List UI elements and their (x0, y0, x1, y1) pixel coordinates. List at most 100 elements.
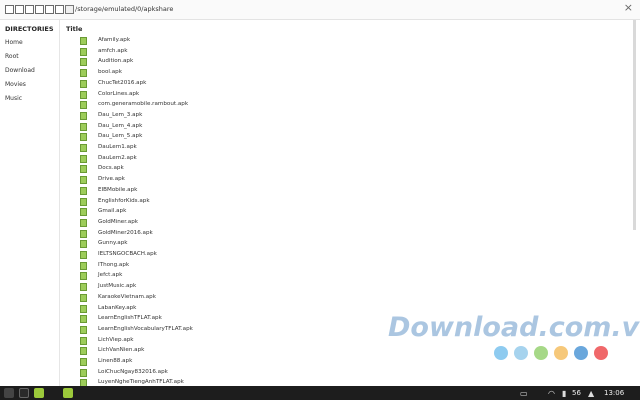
file-manager-app-icon[interactable] (63, 388, 73, 398)
file-name: LearnEnglishVocabularyTFLAT.apk (98, 325, 193, 332)
apk-file-icon (80, 208, 87, 217)
apk-file-icon (80, 358, 87, 366)
apk-file-icon (80, 47, 87, 56)
file-name: LearnEnglishTFLAT.apk (98, 315, 162, 322)
file-name: ChucTet2016.apk (98, 79, 147, 86)
sidebar-item-music[interactable]: Music (5, 95, 22, 102)
file-name: LabanKey.apk (98, 304, 137, 311)
apk-file-icon (80, 101, 87, 110)
battery-icon: ▮ (562, 389, 567, 398)
apk-file-icon (80, 69, 87, 78)
sidebar-item-root[interactable]: Root (5, 53, 19, 60)
apk-file-icon (80, 368, 87, 377)
folder-icon (65, 5, 74, 14)
apk-file-icon (80, 165, 87, 174)
taskbar: ▭ ◠ ▮ 56 ▲ 13:06 (0, 386, 640, 400)
new-file-icon[interactable] (45, 5, 54, 14)
column-header-title[interactable]: Title (66, 25, 82, 33)
file-name: IThong.apk (98, 261, 130, 268)
watermark-logo: Download.com.vn (388, 312, 640, 343)
file-name: GoldMiner2016.apk (98, 229, 153, 236)
file-name: EnglishforKids.apk (98, 197, 150, 204)
apk-file-icon (80, 251, 87, 259)
apk-file-icon (80, 176, 87, 185)
apk-file-icon (80, 283, 87, 292)
apk-file-icon (80, 197, 87, 206)
watermark-dot (594, 346, 608, 360)
toolbar: /storage/emulated/0/apkshare × (0, 0, 640, 20)
file-name: Dau_Lem_3.apk (98, 111, 143, 118)
file-name: Drive.apk (98, 176, 125, 183)
app-icon[interactable] (34, 388, 44, 398)
menu-icon[interactable] (4, 388, 14, 398)
apk-file-icon (80, 218, 87, 227)
file-name: DauLem1.apk (98, 144, 137, 150)
file-name: LichVanNien.apk (98, 347, 145, 354)
apk-file-icon (80, 304, 87, 313)
apk-file-icon (80, 58, 87, 67)
apk-file-icon (80, 90, 87, 99)
apk-file-icon (80, 240, 87, 249)
copy-icon[interactable] (5, 5, 14, 14)
search-icon[interactable] (19, 388, 29, 398)
sidebar-heading: DIRECTORIES (5, 25, 54, 33)
edit-icon[interactable] (35, 5, 44, 14)
apk-file-icon (80, 144, 87, 152)
file-name: EIBMobile.apk (98, 186, 138, 193)
watermark-dot (494, 346, 508, 360)
file-name: LuyenNgheTiengAnhTFLAT.apk (98, 379, 184, 386)
apk-file-icon (80, 122, 87, 131)
delete-icon[interactable] (25, 5, 34, 14)
battery-level: 56 (572, 389, 581, 397)
apk-file-icon (80, 293, 87, 302)
apk-file-icon (80, 111, 87, 120)
file-name: KaraokeVietnam.apk (98, 293, 156, 300)
apk-file-icon (80, 261, 87, 270)
file-name: Audition.apk (98, 58, 134, 65)
apk-file-icon (80, 79, 87, 88)
file-name: Gunny.apk (98, 240, 128, 247)
file-name: Afamily.apk (98, 37, 131, 43)
wifi-icon: ◠ (548, 389, 555, 398)
apk-file-icon (80, 325, 87, 334)
cut-icon[interactable] (15, 5, 24, 14)
apk-file-icon (80, 154, 87, 163)
file-name: ColorLines.apk (98, 90, 140, 97)
file-name: Linen88.apk (98, 358, 133, 364)
keyboard-icon[interactable]: ▭ (520, 389, 528, 398)
file-name: Gmail.apk (98, 208, 127, 215)
notification-icon[interactable]: ▲ (588, 389, 594, 398)
watermark-dot (534, 346, 548, 360)
sidebar-item-movies[interactable]: Movies (5, 81, 26, 88)
file-name: Dau_Lem_5.apk (98, 133, 143, 140)
apk-file-icon (80, 315, 87, 324)
sidebar: DIRECTORIES Home Root Download Movies Mu… (0, 20, 60, 386)
sidebar-item-home[interactable]: Home (5, 39, 23, 46)
file-name: LichViep.apk (98, 336, 134, 343)
watermark-dot (554, 346, 568, 360)
file-name: DauLem2.apk (98, 154, 137, 161)
file-name: bool.apk (98, 69, 122, 76)
watermark-dot (514, 346, 528, 360)
file-name: amfch.apk (98, 47, 128, 54)
file-name: GoldMiner.apk (98, 218, 139, 225)
apk-file-icon (80, 229, 87, 238)
current-path[interactable]: /storage/emulated/0/apkshare (75, 5, 173, 13)
apk-file-icon (80, 336, 87, 345)
close-icon[interactable]: × (624, 1, 633, 14)
file-name: Jefct.apk (98, 272, 123, 279)
apk-file-icon (80, 37, 87, 45)
file-name: JustMusic.apk (98, 283, 137, 290)
apk-file-icon (80, 186, 87, 195)
new-folder-icon[interactable] (55, 5, 64, 14)
file-name: LoiChucNgay832016.apk (98, 368, 168, 375)
apk-file-icon (80, 347, 87, 356)
file-name: IELTSNGOCBACH.apk (98, 251, 157, 257)
apk-file-icon (80, 133, 87, 142)
sidebar-item-download[interactable]: Download (5, 67, 35, 74)
scrollbar[interactable] (633, 20, 636, 230)
file-name: Docs.apk (98, 165, 124, 172)
file-name: Dau_Lem_4.apk (98, 122, 143, 129)
watermark-dot (574, 346, 588, 360)
apk-file-icon (80, 272, 87, 281)
